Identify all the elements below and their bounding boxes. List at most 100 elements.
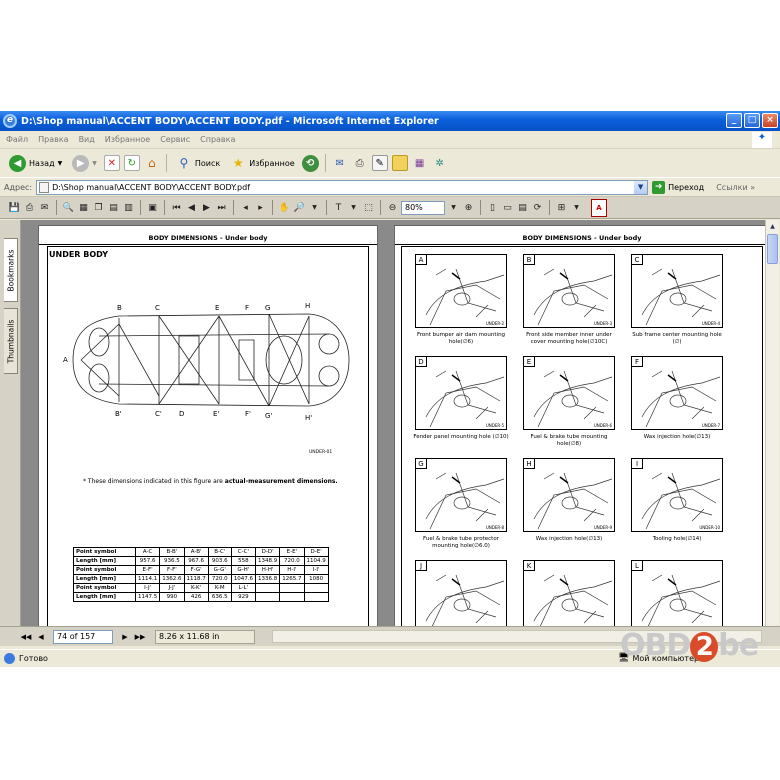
paste-icon[interactable]: ▤ bbox=[107, 201, 120, 215]
print-icon[interactable]: ⎙ bbox=[352, 155, 368, 171]
print-pdf-icon[interactable]: ⎙ bbox=[23, 201, 36, 215]
minimize-button[interactable]: _ bbox=[726, 113, 742, 128]
go-button[interactable]: ➜ Переход bbox=[652, 180, 704, 194]
figure-letter: H bbox=[524, 459, 535, 469]
zoom-input[interactable]: 80% bbox=[401, 200, 445, 215]
address-input[interactable]: D:\Shop manual\ACCENT BODY\ACCENT BODY.p… bbox=[36, 179, 649, 195]
tools-dropdown-icon[interactable]: ▼ bbox=[570, 201, 583, 215]
last-page-button[interactable]: ▶▶ bbox=[134, 631, 146, 643]
figure-code: UNDER-8 bbox=[485, 525, 504, 530]
navigation-tabs: Bookmarks Thumbnails bbox=[0, 220, 21, 626]
history-icon[interactable]: ⟲ bbox=[301, 154, 319, 172]
point-label-d: D bbox=[179, 410, 184, 418]
next-page-button[interactable]: ▶ bbox=[119, 631, 131, 643]
search-icon: ⚲ bbox=[179, 156, 189, 170]
links-label: Ссылки bbox=[716, 182, 748, 192]
point-label-g-prime: G' bbox=[265, 412, 272, 420]
columns-icon[interactable]: ▥ bbox=[122, 201, 135, 215]
forward-button[interactable]: ▶ ▼ bbox=[69, 152, 100, 174]
menu-tools[interactable]: Сервис bbox=[160, 135, 190, 144]
zoom-in-icon[interactable]: ⊕ bbox=[462, 201, 475, 215]
fit-width-icon[interactable]: ▤ bbox=[516, 201, 529, 215]
last-page-icon[interactable]: ⏭ bbox=[215, 201, 228, 215]
figure-caption: Fuel & brake tube mounting hole(∅8) bbox=[530, 434, 608, 447]
page-right: BODY DIMENSIONS - Under body A UNDER-2 Fro… bbox=[394, 225, 770, 626]
figure-letter: C bbox=[632, 255, 643, 265]
table-row: Point symbol I-J' J-J' K-K' K-M L-L' bbox=[73, 583, 329, 593]
go-back-icon[interactable]: ◂ bbox=[239, 201, 252, 215]
prev-page-button[interactable]: ◀ bbox=[35, 631, 47, 643]
first-page-icon[interactable]: ⏮ bbox=[170, 201, 183, 215]
page-left: BODY DIMENSIONS - Under body UNDER BODY bbox=[38, 225, 378, 626]
figure-letter: I bbox=[632, 459, 643, 469]
point-label-c-prime: C' bbox=[155, 410, 162, 418]
windows-logo-icon: ✦ bbox=[752, 132, 772, 148]
messenger-icon[interactable]: ✲ bbox=[432, 155, 448, 171]
find-icon[interactable]: 🔍 bbox=[62, 201, 75, 215]
text-select-icon[interactable]: T bbox=[332, 201, 345, 215]
menu-view[interactable]: Вид bbox=[79, 135, 95, 144]
menu-edit[interactable]: Правка bbox=[38, 135, 68, 144]
figure-caption: Front bumper air dam mounting hole(∅6) bbox=[416, 332, 506, 345]
adobe-logo-icon[interactable]: A bbox=[591, 198, 607, 217]
tools-icon[interactable]: ⊞ bbox=[555, 201, 568, 215]
thumbs-icon[interactable]: ▦ bbox=[77, 201, 90, 215]
fit-page-icon[interactable]: ▭ bbox=[501, 201, 514, 215]
menu-file[interactable]: Файл bbox=[6, 135, 28, 144]
email-icon[interactable]: ✉ bbox=[38, 201, 51, 215]
home-icon[interactable]: ⌂ bbox=[144, 155, 160, 171]
figure-code: UNDER-5 bbox=[485, 423, 504, 428]
zoom-out-icon[interactable]: ⊖ bbox=[386, 201, 399, 215]
browser-window: e D:\Shop manual\ACCENT BODY\ACCENT BODY… bbox=[0, 111, 780, 667]
links-button[interactable]: Ссылки » bbox=[716, 183, 755, 192]
menu-favorites[interactable]: Избранное bbox=[105, 135, 150, 144]
tab-thumbnails[interactable]: Thumbnails bbox=[4, 308, 18, 374]
tab-bookmarks[interactable]: Bookmarks bbox=[4, 238, 18, 302]
copy-icon[interactable]: ❐ bbox=[92, 201, 105, 215]
navigation-pane-icon[interactable]: ▣ bbox=[146, 201, 159, 215]
save-icon[interactable]: 💾 bbox=[8, 201, 21, 215]
figure-letter: E bbox=[524, 357, 535, 367]
vertical-scrollbar[interactable]: ▲ bbox=[765, 220, 779, 626]
zoom-tool-icon[interactable]: 🔎 bbox=[293, 201, 306, 215]
document-view[interactable]: BODY DIMENSIONS - Under body UNDER BODY bbox=[21, 220, 779, 626]
refresh-icon[interactable]: ↻ bbox=[123, 155, 140, 171]
stop-icon[interactable]: ✕ bbox=[103, 155, 120, 171]
back-arrow-icon: ◀ bbox=[9, 154, 26, 172]
edit-icon[interactable]: ✎ bbox=[371, 155, 388, 171]
graphics-select-icon[interactable]: ⬚ bbox=[362, 201, 375, 215]
detail-figure: C UNDER-4 bbox=[631, 254, 723, 328]
star-icon: ★ bbox=[232, 156, 244, 170]
maximize-button[interactable]: □ bbox=[744, 113, 760, 128]
point-label-a: A bbox=[63, 356, 68, 364]
zoom-dropdown-icon[interactable]: ▼ bbox=[447, 201, 460, 215]
favorites-button[interactable]: ★ Избранное bbox=[227, 152, 297, 174]
menu-help[interactable]: Справка bbox=[200, 135, 235, 144]
folder-icon[interactable] bbox=[391, 155, 408, 171]
point-label-f-prime: F' bbox=[245, 410, 251, 418]
mail-icon[interactable]: ✉ bbox=[332, 155, 348, 171]
detail-figure: G UNDER-8 bbox=[415, 458, 507, 532]
address-dropdown-icon[interactable]: ▼ bbox=[634, 180, 648, 194]
page-number-input[interactable]: 74 of 157 bbox=[53, 629, 113, 644]
hand-tool-icon[interactable]: ✋ bbox=[278, 201, 291, 215]
rotate-icon[interactable]: ⟳ bbox=[531, 201, 544, 215]
figure-code: UNDER-7 bbox=[701, 423, 720, 428]
close-button[interactable]: × bbox=[762, 113, 778, 128]
actual-size-icon[interactable]: ▯ bbox=[486, 201, 499, 215]
next-page-icon[interactable]: ▶ bbox=[200, 201, 213, 215]
search-button[interactable]: ⚲ Поиск bbox=[173, 152, 223, 174]
back-button[interactable]: ◀ Назад ▼ bbox=[6, 152, 65, 174]
discuss-icon[interactable]: ▦ bbox=[412, 155, 428, 171]
address-label: Адрес: bbox=[4, 182, 33, 192]
text-select-dropdown-icon[interactable]: ▼ bbox=[347, 201, 360, 215]
first-page-button[interactable]: ◀◀ bbox=[20, 631, 32, 643]
scroll-up-icon[interactable]: ▲ bbox=[766, 220, 779, 233]
figure-letter: F bbox=[632, 357, 643, 367]
scroll-thumb[interactable] bbox=[767, 234, 778, 264]
favorites-label: Избранное bbox=[249, 158, 295, 168]
go-forward-icon[interactable]: ▸ bbox=[254, 201, 267, 215]
previous-page-icon[interactable]: ◀ bbox=[185, 201, 198, 215]
search-label: Поиск bbox=[194, 158, 221, 168]
zoom-tool-dropdown-icon[interactable]: ▼ bbox=[308, 201, 321, 215]
